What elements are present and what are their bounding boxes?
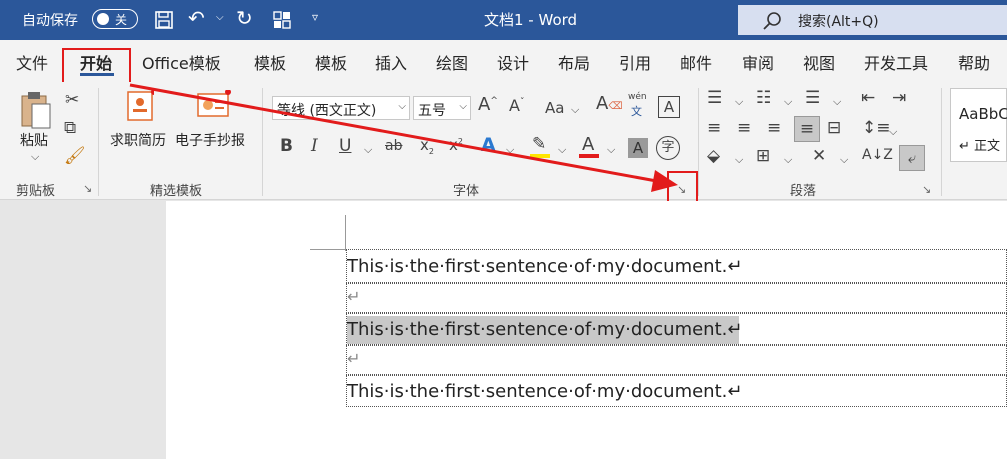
document-page[interactable]: This·is·the·first·sentence·of·my·documen…	[166, 201, 1007, 459]
paragraph-3-text: This·is·the·first·sentence·of·my·documen…	[347, 319, 743, 340]
paragraph-4-mark: ↵	[347, 349, 361, 368]
paragraph-1[interactable]: This·is·the·first·sentence·of·my·documen…	[346, 249, 1007, 283]
paragraph-2[interactable]: ↵	[346, 283, 1007, 313]
paragraph-2-mark: ↵	[347, 287, 361, 306]
paragraph-1-text: This·is·the·first·sentence·of·my·documen…	[347, 256, 743, 277]
paragraph-5-text: This·is·the·first·sentence·of·my·documen…	[347, 381, 743, 402]
margin-mark	[310, 249, 346, 250]
paragraph-4[interactable]: ↵	[346, 345, 1007, 375]
margin-mark	[345, 215, 346, 251]
paragraph-5[interactable]: This·is·the·first·sentence·of·my·documen…	[346, 375, 1007, 407]
paragraph-3[interactable]: This·is·the·first·sentence·of·my·documen…	[346, 313, 1007, 345]
